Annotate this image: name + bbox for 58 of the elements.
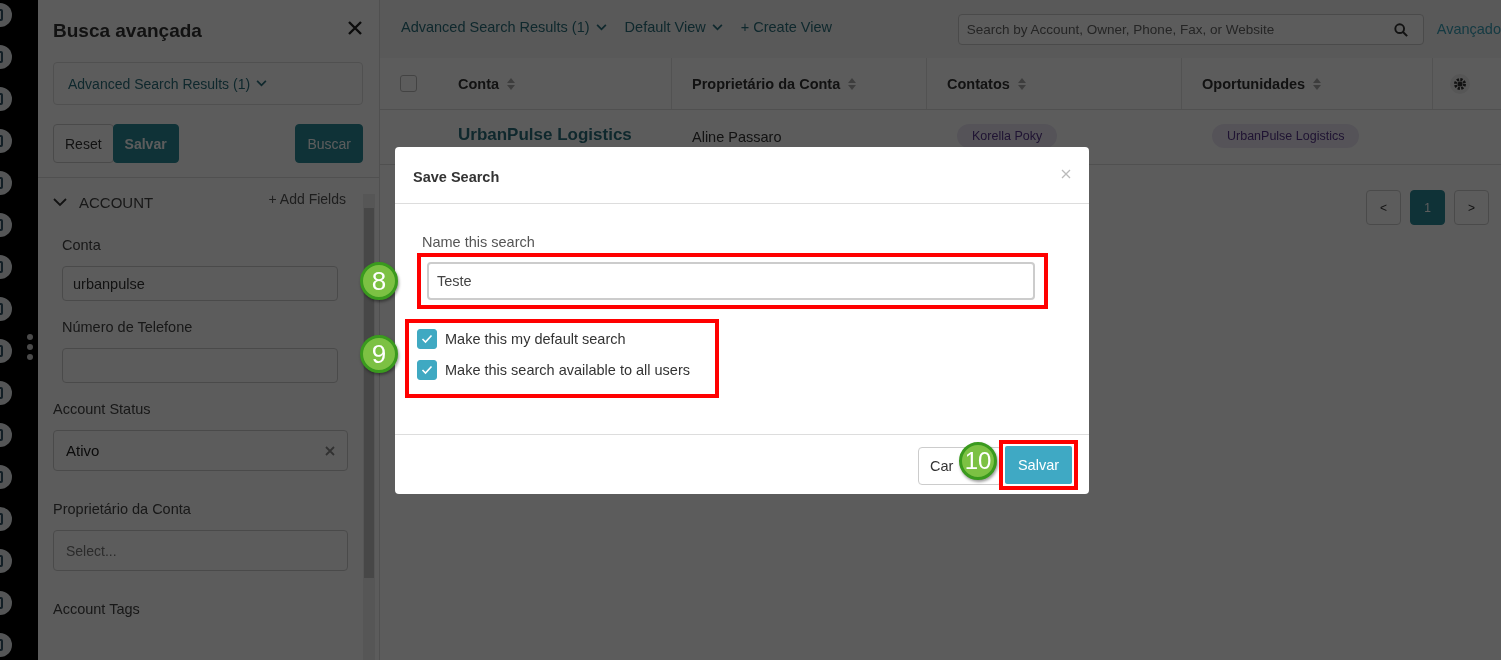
advanced-link[interactable]: Avançado [1436, 21, 1501, 37]
column-header[interactable]: Contatos [947, 75, 1010, 92]
input-field[interactable]: Teste [427, 262, 1035, 300]
view-dropdown[interactable]: Default View [624, 19, 723, 35]
section-toggle[interactable]: ACCOUNT [53, 194, 154, 211]
saved-search-dropdown[interactable]: Advanced Search Results (1) [53, 62, 363, 105]
chevron-down-icon [711, 23, 723, 31]
panel-button[interactable]: Salvar [112, 124, 179, 163]
view-dropdown[interactable]: Advanced Search Results (1) [401, 19, 607, 35]
close-icon[interactable] [1061, 169, 1071, 179]
field-label: Conta [62, 237, 102, 253]
modal-title: Save Search [413, 168, 500, 185]
chevron-down-icon [595, 23, 607, 31]
check-icon [421, 365, 433, 375]
create-view-link[interactable]: + Create View [740, 19, 832, 35]
chevron-down-icon [53, 198, 67, 207]
panel-button[interactable]: Reset [53, 124, 114, 163]
table-cell: Aline Passaro [692, 129, 782, 145]
column-header[interactable]: Proprietário da Conta [692, 75, 841, 92]
field-label: Número de Telefone [62, 319, 194, 335]
tag[interactable]: UrbanPulse Logistics [1212, 123, 1360, 148]
page-button[interactable]: 1 [1410, 190, 1445, 225]
field-label: Name this search [422, 234, 536, 250]
field-label: Account Tags [53, 601, 141, 617]
field-label: Account Status [53, 401, 152, 417]
column-header[interactable]: Oportunidades [1202, 75, 1306, 92]
sort-icon[interactable] [507, 77, 516, 90]
checkbox-label[interactable]: Make this search available to all users [445, 362, 690, 378]
sort-icon[interactable] [1017, 77, 1026, 90]
panel-title: Busca avançada [53, 20, 202, 42]
sort-icon[interactable] [848, 77, 857, 90]
checkbox-label[interactable]: Make this my default search [445, 331, 626, 347]
chevron-down-icon [256, 80, 268, 87]
step-badge: 10 [959, 441, 997, 480]
panel-button[interactable]: Buscar [295, 124, 363, 163]
add-fields-link[interactable]: + Add Fields [268, 190, 346, 207]
tag[interactable]: Korella Poky [957, 123, 1058, 148]
field-label: Proprietário da Conta [53, 501, 192, 517]
select-field[interactable]: Ativo [53, 430, 348, 471]
save-button[interactable]: Salvar [1005, 445, 1072, 484]
step-badge: 8 [360, 262, 398, 300]
page-button[interactable]: < [1366, 190, 1401, 225]
input-field[interactable]: urbanpulse [62, 266, 338, 301]
search-icon[interactable] [1393, 22, 1408, 37]
step-badge: 9 [360, 335, 398, 373]
account-link[interactable]: UrbanPulse Logistics [458, 125, 632, 145]
clear-icon[interactable] [325, 445, 335, 456]
page-button[interactable]: > [1454, 190, 1489, 225]
sort-icon[interactable] [1313, 77, 1322, 90]
close-icon[interactable] [348, 21, 362, 35]
drag-handle-icon[interactable] [26, 333, 34, 361]
check-icon [421, 334, 433, 344]
checkbox[interactable] [417, 329, 437, 349]
scrollbar[interactable] [363, 194, 375, 660]
checkbox[interactable] [417, 360, 437, 380]
settings-icon[interactable] [1450, 73, 1470, 94]
checkbox[interactable] [400, 75, 417, 92]
column-header[interactable]: Conta [458, 75, 500, 92]
